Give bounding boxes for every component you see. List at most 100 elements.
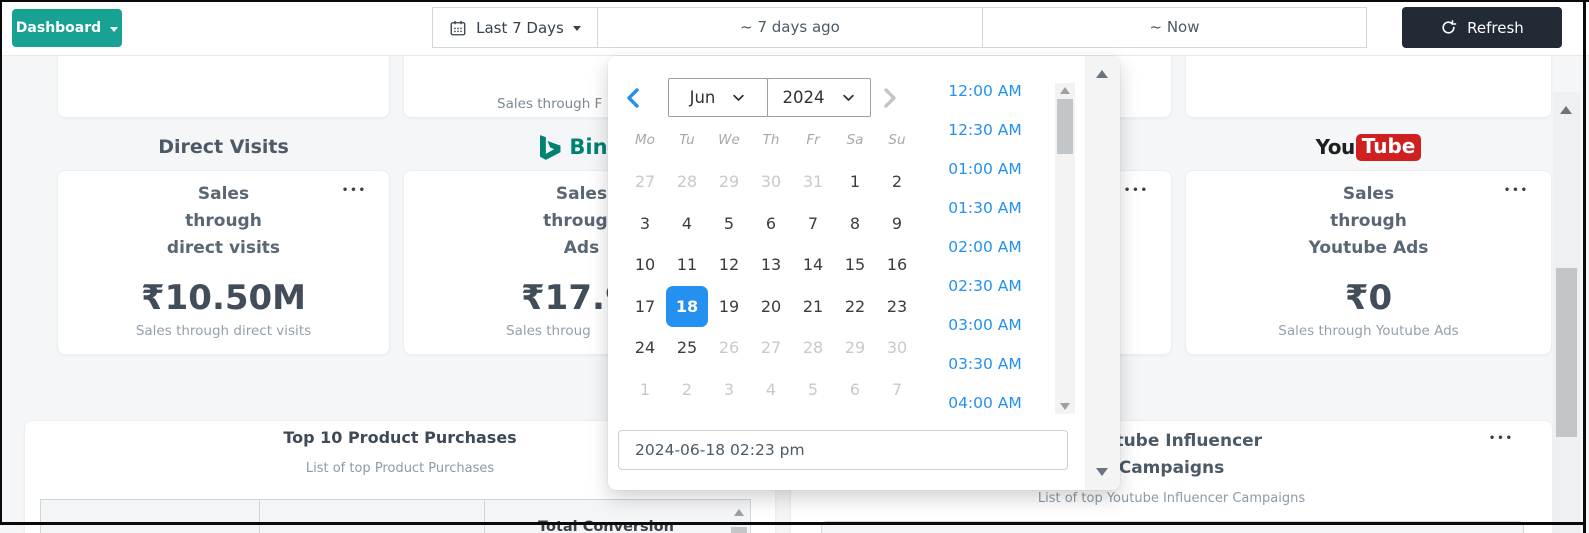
time-option[interactable]: 02:30 AM bbox=[930, 266, 1040, 305]
kpi-caption: Sales throug bbox=[506, 323, 591, 339]
kpi-value: ₹0 bbox=[1344, 278, 1393, 318]
time-scrollbar-thumb[interactable] bbox=[1057, 99, 1073, 154]
window-border-right bbox=[1583, 0, 1586, 533]
popup-scrollbar[interactable] bbox=[1085, 56, 1120, 490]
time-option[interactable]: 12:30 AM bbox=[930, 110, 1040, 149]
month-select[interactable]: Jun bbox=[668, 78, 768, 117]
chevron-down-icon bbox=[733, 94, 745, 101]
calendar-day: 26 bbox=[718, 338, 740, 358]
calendar-day: 7 bbox=[891, 379, 903, 399]
time-option[interactable]: 01:30 AM bbox=[930, 188, 1040, 227]
calendar-day[interactable]: 9 bbox=[876, 203, 918, 245]
calendar-day[interactable]: 13 bbox=[750, 244, 792, 286]
date-range-button[interactable]: Last 7 Days bbox=[432, 7, 598, 48]
weekday-label: We bbox=[718, 132, 740, 148]
dashboard-menu-button[interactable]: Dashboard bbox=[12, 9, 122, 47]
calendar-day[interactable]: 14 bbox=[792, 244, 834, 286]
time-list-scrollbar[interactable] bbox=[1055, 83, 1075, 414]
calendar-day[interactable]: 18 bbox=[666, 285, 708, 327]
time-option[interactable]: 03:30 AM bbox=[930, 344, 1040, 383]
chevron-down-icon bbox=[842, 94, 854, 101]
scroll-up-icon[interactable] bbox=[1096, 70, 1108, 78]
calendar-day[interactable]: 21 bbox=[792, 286, 834, 328]
page-scrollbar[interactable] bbox=[1553, 92, 1580, 533]
calendar-day[interactable]: 8 bbox=[834, 203, 876, 245]
kpi-title-line: Sales bbox=[197, 184, 250, 204]
calendar-day[interactable]: 5 bbox=[708, 203, 750, 245]
prev-month-icon[interactable] bbox=[622, 86, 646, 110]
kpi-title-line: through bbox=[185, 211, 262, 231]
time-option[interactable]: 02:00 AM bbox=[930, 227, 1040, 266]
calendar-day: 28 bbox=[802, 338, 824, 358]
kpi-card-direct-visits: ••• Sales through direct visits ₹10.50M … bbox=[57, 170, 390, 355]
date-range-label: Last 7 Days bbox=[476, 18, 564, 37]
weekday-label: Fr bbox=[806, 132, 820, 148]
time-option[interactable]: 04:00 AM bbox=[930, 383, 1040, 422]
calendar-day[interactable]: 17 bbox=[624, 286, 666, 328]
calendar-day[interactable]: 23 bbox=[876, 286, 918, 328]
scroll-up-icon[interactable] bbox=[1060, 87, 1070, 94]
card-subtitle: List of top Youtube Influencer Campaigns bbox=[1037, 491, 1306, 506]
bing-logo-icon bbox=[540, 134, 563, 160]
weekday-header-row: Mo Tu We Th Fr Sa Su bbox=[624, 130, 918, 150]
calendar-day: 1 bbox=[639, 379, 651, 399]
calendar-day: 29 bbox=[844, 338, 866, 358]
calendar-day: 6 bbox=[849, 379, 861, 399]
table-scrollbar[interactable] bbox=[728, 500, 751, 533]
calendar-day[interactable]: 2 bbox=[876, 161, 918, 203]
refresh-button[interactable]: Refresh bbox=[1402, 7, 1562, 48]
kpi-card-youtube: ••• Sales through Youtube Ads ₹0 Sales t… bbox=[1185, 170, 1552, 355]
calendar-day[interactable]: 19 bbox=[708, 286, 750, 328]
range-from-input[interactable]: ~ 7 days ago bbox=[597, 7, 983, 48]
purchases-table-header: Total Conversion bbox=[40, 499, 751, 533]
weekday-label: Sa bbox=[846, 132, 864, 148]
calendar-day[interactable]: 15 bbox=[834, 244, 876, 286]
time-option[interactable]: 01:00 AM bbox=[930, 149, 1040, 188]
weekday-label: Tu bbox=[679, 132, 695, 148]
calendar-day[interactable]: 7 bbox=[792, 203, 834, 245]
scroll-up-icon[interactable] bbox=[1560, 106, 1572, 114]
calendar-day[interactable]: 16 bbox=[876, 244, 918, 286]
kpi-value: ₹10.50M bbox=[140, 278, 307, 318]
calendar-day: 29 bbox=[718, 172, 740, 192]
scroll-down-icon[interactable] bbox=[1096, 468, 1108, 476]
calendar-day[interactable]: 3 bbox=[624, 203, 666, 245]
calendar-day[interactable]: 4 bbox=[666, 203, 708, 245]
calendar-day: 4 bbox=[765, 379, 777, 399]
table-scrollbar-thumb[interactable] bbox=[731, 527, 747, 533]
chevron-down-icon bbox=[572, 26, 581, 31]
kpi-caption: Sales through direct visits bbox=[135, 323, 312, 339]
calendar-day[interactable]: 25 bbox=[666, 327, 708, 369]
card-menu-button[interactable]: ••• bbox=[1124, 185, 1149, 196]
calendar-day[interactable]: 12 bbox=[708, 244, 750, 286]
calendar-day: 3 bbox=[723, 379, 735, 399]
calendar-day[interactable]: 20 bbox=[750, 286, 792, 328]
scroll-up-icon[interactable] bbox=[734, 509, 744, 516]
datetime-input[interactable]: 2024-06-18 02:23 pm bbox=[618, 430, 1068, 470]
time-option[interactable]: 03:00 AM bbox=[930, 305, 1040, 344]
calendar-day: 27 bbox=[760, 338, 782, 358]
calendar-day: 5 bbox=[807, 379, 819, 399]
calendar-day[interactable]: 6 bbox=[750, 203, 792, 245]
weekday-label: Th bbox=[762, 132, 780, 148]
page-scrollbar-thumb[interactable] bbox=[1556, 268, 1577, 437]
youtube-logo-tube: Tube bbox=[1355, 133, 1422, 161]
month-select-value: Jun bbox=[689, 88, 716, 107]
calendar-day[interactable]: 24 bbox=[624, 327, 666, 369]
calendar-day[interactable]: 22 bbox=[834, 286, 876, 328]
next-month-icon[interactable] bbox=[877, 86, 901, 110]
scroll-down-icon[interactable] bbox=[1060, 403, 1070, 410]
weekday-label: Mo bbox=[635, 132, 655, 148]
year-select[interactable]: 2024 bbox=[767, 78, 871, 117]
kpi-title-line: direct visits bbox=[166, 238, 281, 258]
kpi-title-line: Sales bbox=[1342, 184, 1395, 204]
calendar-day[interactable]: 10 bbox=[624, 244, 666, 286]
calendar-day: 30 bbox=[886, 338, 908, 358]
range-to-input[interactable]: ~ Now bbox=[982, 7, 1367, 48]
calendar-day[interactable]: 11 bbox=[666, 244, 708, 286]
time-option[interactable]: 12:00 AM bbox=[930, 71, 1040, 110]
calendar-day[interactable]: 1 bbox=[834, 161, 876, 203]
partial-card-caption-fragment: Sales through F bbox=[497, 96, 603, 112]
calendar-day: 30 bbox=[760, 172, 782, 192]
table-header-total-conversion: Total Conversion bbox=[538, 519, 674, 533]
